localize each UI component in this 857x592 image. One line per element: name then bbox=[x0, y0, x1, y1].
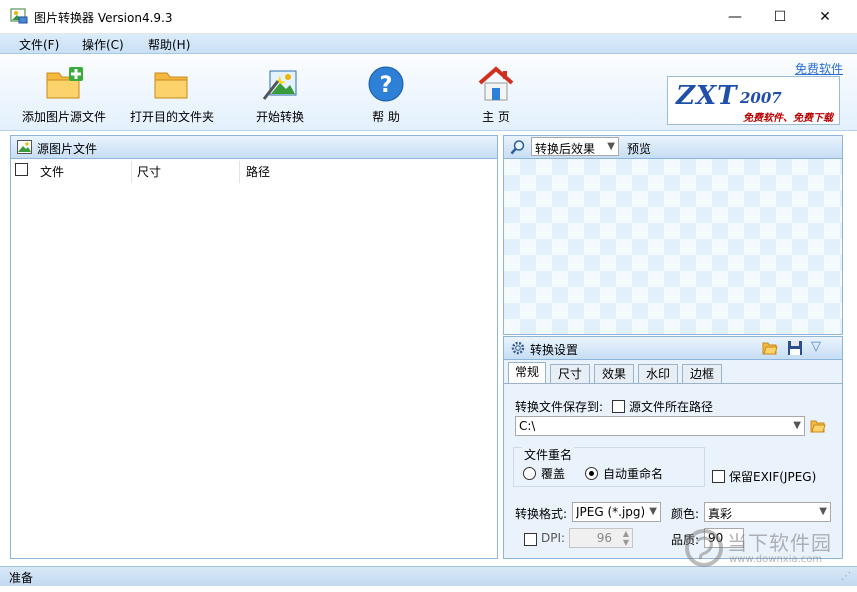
chevron-down-icon[interactable]: ▽ bbox=[811, 339, 821, 354]
magic-wand-icon bbox=[262, 70, 297, 100]
folder-icon bbox=[154, 72, 188, 99]
column-header-size[interactable]: 尺寸 bbox=[137, 163, 161, 183]
effect-select[interactable]: 转换后效果 ▼ bbox=[531, 137, 619, 156]
source-path-label: 源文件所在路径 bbox=[629, 400, 714, 414]
source-file-list[interactable]: 文件 尺寸 路径 bbox=[10, 159, 498, 559]
home-button[interactable]: 主 页 bbox=[466, 59, 526, 127]
home-label: 主 页 bbox=[482, 110, 510, 124]
overwrite-label: 覆盖 bbox=[541, 467, 566, 481]
help-label: 帮 助 bbox=[372, 110, 400, 124]
free-software-link[interactable]: 免费软件 bbox=[795, 60, 843, 77]
logo-main-text: ZXT bbox=[676, 81, 738, 111]
output-path-combo[interactable]: C:\ ▼ bbox=[515, 416, 805, 436]
chevron-down-icon: ▼ bbox=[793, 420, 801, 431]
status-text: 准备 bbox=[9, 571, 34, 585]
tab-size[interactable]: 尺寸 bbox=[550, 364, 590, 384]
folder-open-icon[interactable] bbox=[762, 340, 778, 356]
tab-general[interactable]: 常规 bbox=[508, 362, 546, 384]
tab-watermark[interactable]: 水印 bbox=[638, 364, 678, 384]
preview-label: 预览 bbox=[627, 142, 652, 156]
window-title: 图片转换器 Version4.9.3 bbox=[34, 11, 173, 25]
settings-tabs: 常规 尺寸 效果 水印 边框 bbox=[503, 360, 843, 384]
column-header-file[interactable]: 文件 bbox=[40, 163, 64, 183]
menu-file[interactable]: 文件(F) bbox=[19, 36, 59, 53]
gear-icon bbox=[511, 341, 525, 355]
minimize-button[interactable]: — bbox=[712, 0, 758, 34]
auto-rename-label: 自动重命名 bbox=[603, 467, 664, 481]
browse-folder-icon[interactable] bbox=[810, 419, 826, 434]
dpi-spinner[interactable]: 96 ▲ ▼ bbox=[569, 528, 633, 548]
preview-panel-header: 转换后效果 ▼ 预览 bbox=[503, 135, 843, 159]
floppy-icon[interactable] bbox=[787, 340, 803, 356]
site-watermark: 当下软件园 www.downxia.com bbox=[683, 525, 853, 571]
auto-rename-radio[interactable] bbox=[585, 467, 598, 480]
output-path-value: C:\ bbox=[519, 419, 536, 433]
tab-effect[interactable]: 效果 bbox=[594, 364, 634, 384]
question-icon: ? bbox=[368, 66, 404, 102]
chevron-down-icon: ▼ bbox=[607, 141, 615, 152]
column-divider[interactable] bbox=[239, 161, 240, 183]
folder-plus-icon bbox=[46, 67, 83, 99]
format-select-value: JPEG (*.jpg) bbox=[576, 505, 644, 519]
add-source-label: 添加图片源文件 bbox=[21, 110, 106, 124]
watermark-site-name: 当下软件园 bbox=[727, 531, 832, 555]
column-divider[interactable] bbox=[131, 161, 132, 183]
watermark-site-url: www.downxia.com bbox=[729, 554, 823, 565]
picture-icon bbox=[10, 8, 28, 24]
source-panel-header: 源图片文件 bbox=[10, 135, 498, 159]
zxt-logo[interactable]: ZXT 2007 免费软件、免费下载 bbox=[667, 76, 840, 125]
overwrite-radio[interactable] bbox=[523, 467, 536, 480]
image-icon bbox=[17, 140, 32, 154]
spinner-arrows-icon[interactable]: ▲ ▼ bbox=[623, 529, 629, 547]
title-bar: 图片转换器 Version4.9.3 — ☐ ✕ bbox=[0, 0, 857, 34]
color-select[interactable]: 真彩 ▼ bbox=[704, 502, 831, 522]
logo-subtitle: 免费软件、免费下载 bbox=[743, 113, 833, 124]
add-source-button[interactable]: 添加图片源文件 bbox=[18, 59, 110, 127]
magnifier-icon bbox=[510, 140, 525, 155]
watermark-logo-icon bbox=[685, 529, 723, 567]
source-panel-title: 源图片文件 bbox=[37, 142, 98, 156]
menu-bar: 文件(F) 操作(C) 帮助(H) bbox=[0, 34, 857, 54]
chevron-down-icon: ▼ bbox=[649, 506, 657, 517]
menu-help[interactable]: 帮助(H) bbox=[148, 36, 190, 53]
resize-grip-icon[interactable]: ⋰ bbox=[841, 571, 851, 582]
dpi-checkbox[interactable] bbox=[524, 533, 537, 546]
preview-canvas bbox=[503, 159, 843, 335]
rename-group-title: 文件重名 bbox=[522, 446, 575, 463]
maximize-button[interactable]: ☐ bbox=[757, 0, 803, 34]
settings-panel-title: 转换设置 bbox=[530, 343, 579, 357]
svg-text:?: ? bbox=[380, 73, 393, 98]
format-label: 转换格式: bbox=[515, 507, 568, 521]
menu-operate[interactable]: 操作(C) bbox=[82, 36, 124, 53]
effect-select-value: 转换后效果 bbox=[535, 142, 596, 156]
tab-border[interactable]: 边框 bbox=[682, 364, 722, 384]
house-icon bbox=[478, 66, 514, 101]
dpi-label: DPI: bbox=[541, 531, 566, 545]
save-to-label: 转换文件保存到: bbox=[515, 400, 604, 414]
color-label: 颜色: bbox=[671, 507, 700, 521]
select-all-checkbox[interactable] bbox=[15, 163, 28, 176]
start-convert-button[interactable]: 开始转换 bbox=[245, 59, 315, 127]
keep-exif-label: 保留EXIF(JPEG) bbox=[729, 470, 817, 484]
start-convert-label: 开始转换 bbox=[255, 110, 304, 124]
dpi-value: 96 bbox=[596, 531, 612, 545]
chevron-down-icon: ▼ bbox=[819, 506, 827, 517]
logo-year-text: 2007 bbox=[740, 89, 782, 107]
close-button[interactable]: ✕ bbox=[802, 0, 848, 34]
column-header-path[interactable]: 路径 bbox=[246, 163, 270, 183]
open-dest-label: 打开目的文件夹 bbox=[129, 110, 214, 124]
open-dest-button[interactable]: 打开目的文件夹 bbox=[126, 59, 218, 127]
help-button[interactable]: ? 帮 助 bbox=[356, 59, 416, 127]
color-select-value: 真彩 bbox=[708, 507, 733, 521]
keep-exif-checkbox[interactable] bbox=[712, 470, 725, 483]
format-select[interactable]: JPEG (*.jpg) ▼ bbox=[572, 502, 661, 522]
settings-panel-header: 转换设置 ▽ bbox=[503, 336, 843, 360]
source-path-checkbox[interactable] bbox=[612, 400, 625, 413]
